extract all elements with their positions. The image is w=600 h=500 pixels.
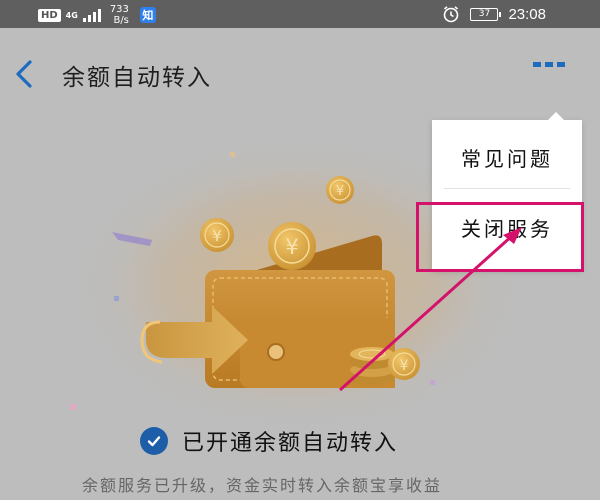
confetti bbox=[230, 152, 235, 157]
page-title: 余额自动转入 bbox=[62, 65, 212, 91]
chevron-left-icon[interactable] bbox=[10, 54, 38, 94]
enabled-label: 已开通余额自动转入 bbox=[182, 431, 399, 456]
status-bar: HD 4G 733 B/s 知 37 23:08 bbox=[0, 0, 600, 28]
alarm-icon bbox=[444, 6, 459, 23]
wallet-clasp bbox=[267, 343, 285, 361]
network-speed: 733 B/s bbox=[110, 4, 129, 26]
page-header: 余额自动转入 bbox=[0, 28, 600, 120]
check-circle-icon bbox=[140, 427, 168, 455]
battery-level: 37 bbox=[478, 9, 491, 19]
network-speed-value: 733 bbox=[109, 4, 129, 15]
svg-text:¥: ¥ bbox=[336, 184, 344, 199]
coin-icon: ¥ bbox=[326, 176, 354, 204]
status-bar-left: HD 4G 733 B/s 知 bbox=[38, 4, 156, 26]
confetti bbox=[70, 404, 76, 410]
signal-icon bbox=[82, 8, 101, 22]
svg-text:¥: ¥ bbox=[212, 227, 222, 245]
network-type: 4G bbox=[65, 10, 78, 20]
svg-text:¥: ¥ bbox=[400, 358, 409, 374]
menu-divider bbox=[444, 188, 570, 189]
coin-icon: ¥ bbox=[388, 348, 420, 380]
service-description: 余额服务已升级，资金实时转入余额宝享收益 bbox=[82, 476, 443, 495]
confetti bbox=[114, 296, 119, 301]
hd-badge: HD bbox=[38, 8, 61, 22]
service-status: 已开通余额自动转入 bbox=[140, 425, 398, 457]
network-speed-unit: B/s bbox=[113, 15, 129, 26]
coin-icon: ¥ bbox=[200, 218, 234, 252]
menu-item-faq[interactable]: 常见问题 bbox=[432, 122, 582, 192]
battery-icon: 37 bbox=[470, 7, 502, 21]
zhihu-app-icon: 知 bbox=[139, 7, 156, 23]
clock: 23:08 bbox=[508, 5, 546, 23]
status-bar-right: 37 23:08 bbox=[442, 5, 546, 23]
annotation-highlight-box bbox=[416, 202, 584, 272]
coin-icon: ¥ bbox=[268, 222, 316, 270]
svg-text:¥: ¥ bbox=[285, 235, 298, 259]
more-dots-icon[interactable] bbox=[533, 62, 565, 67]
coin-stack bbox=[350, 347, 394, 385]
confetti bbox=[430, 380, 435, 385]
